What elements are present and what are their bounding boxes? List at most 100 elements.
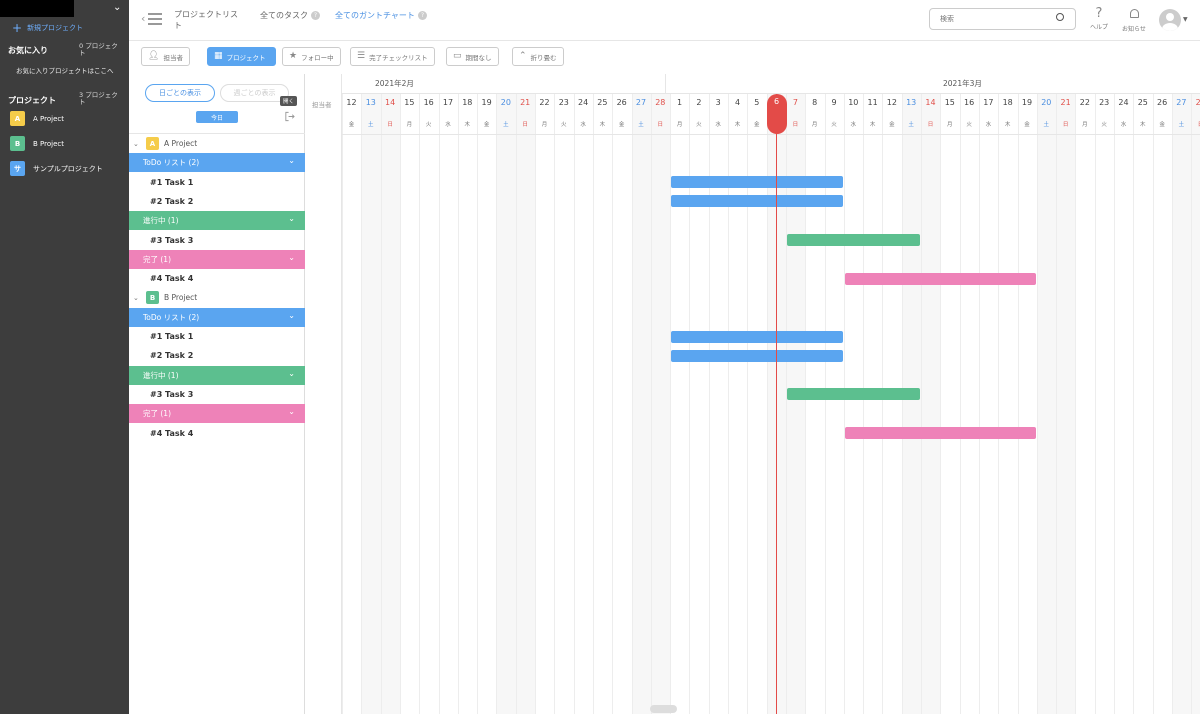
task-bar[interactable] (671, 330, 843, 343)
task-row[interactable]: #3 Task 3 (150, 231, 193, 250)
day-column (477, 94, 496, 714)
chevron-down-icon: ⌄ (288, 214, 295, 224)
daily-view-button[interactable]: 日ごとの表示 (145, 84, 215, 102)
task-row[interactable]: #2 Task 2 (150, 346, 193, 365)
gantt-chart: 担当者 2021年2月 2021年3月 12 金 13 土 14 日 15 月 16 火 17 水 18… (305, 74, 1200, 714)
task-bar[interactable] (786, 234, 920, 246)
favorites-heading: お気に入り (8, 46, 48, 55)
day-number: 18 (462, 98, 473, 107)
day-number: 23 (1099, 98, 1110, 107)
filter-assignee-button[interactable]: 👤︎ 担当者 (141, 47, 190, 66)
sidebar-item-label: サンプルプロジェクト (33, 164, 103, 173)
day-number: 18 (1002, 98, 1013, 107)
today-button[interactable]: 今日 (196, 111, 238, 123)
project-initial-icon: B (146, 291, 159, 305)
sidebar-item-project[interactable]: サ サンプルプロジェクト (10, 160, 103, 177)
weekly-view-button[interactable]: 週ごとの表示 (220, 84, 289, 102)
chevron-down-icon: ⌄ (288, 252, 295, 262)
workspace-switcher[interactable]: ⌄ (0, 0, 129, 17)
day-number: 16 (964, 98, 975, 107)
sidebar-item-project[interactable]: A A Project (10, 110, 64, 127)
status-group-row[interactable]: 完了 (1) ⌄ (129, 404, 305, 424)
notifications-button[interactable]: お知らせ (1119, 7, 1149, 33)
weekday-label: 木 (734, 122, 741, 128)
view-controls: 日ごとの表示 週ごとの表示 開く 今日 (129, 74, 305, 134)
open-tooltip: 開く (280, 96, 298, 106)
expand-panel-icon[interactable] (284, 111, 295, 122)
weekday-label: 火 (696, 122, 702, 128)
day-number: 12 (886, 98, 897, 107)
day-column (940, 94, 959, 714)
project-group-row[interactable]: ⌄ A A Project (129, 134, 305, 153)
weekday-label: 金 (889, 122, 895, 128)
task-bar[interactable] (844, 427, 1036, 439)
weekday-label: 月 (406, 122, 413, 128)
task-bar[interactable] (671, 195, 843, 208)
day-number: 26 (1157, 98, 1168, 107)
sidebar-item-project[interactable]: B B Project (10, 135, 64, 152)
tab-all-gantt[interactable]: 全てのガントチャート ? (335, 10, 427, 21)
weekday-label: 日 (927, 122, 934, 128)
task-row[interactable]: #4 Task 4 (150, 424, 193, 443)
task-bar[interactable] (671, 349, 843, 362)
chevron-down-icon: ⌄ (288, 156, 295, 166)
tab-all-tasks-label: 全てのタスク (260, 11, 308, 20)
project-initial-icon: B (10, 136, 25, 151)
no-deadline-button[interactable]: ▭ 期間なし (446, 47, 499, 66)
status-group-row[interactable]: ToDo リスト (2) ⌄ (129, 307, 305, 327)
collapse-button[interactable]: ⌃ 折り畳む (512, 47, 564, 66)
menu-toggle-icon[interactable]: ‹ (141, 10, 163, 28)
project-initial-icon: A (146, 137, 159, 150)
status-group-label: ToDo リスト (2) (143, 158, 200, 168)
weekday-label: 月 (811, 122, 818, 128)
filter-following-button[interactable]: ★ フォロー中 (282, 47, 341, 66)
weekday-label: 木 (599, 122, 606, 128)
day-column (901, 94, 921, 714)
status-group-row[interactable]: 進行中 (1) ⌄ (129, 211, 305, 231)
day-number: 13 (365, 98, 376, 107)
caret-down-icon[interactable]: ▼ (1183, 16, 1188, 23)
day-number: 24 (578, 98, 589, 107)
task-row[interactable]: #3 Task 3 (150, 385, 193, 404)
weekday-label: 水 (1120, 122, 1127, 128)
task-bar[interactable] (844, 272, 1036, 285)
month-label-mar: 2021年3月 (943, 79, 982, 88)
help-button[interactable]: ? ヘルプ (1084, 7, 1114, 32)
new-project-label: 新規プロジェクト (27, 24, 84, 32)
avatar[interactable] (1159, 9, 1181, 31)
status-group-row[interactable]: ToDo リスト (2) ⌄ (129, 153, 305, 173)
task-bar[interactable] (786, 388, 920, 401)
project-group-row[interactable]: ⌄ B B Project (129, 288, 305, 307)
search-input[interactable] (929, 8, 1076, 30)
task-row[interactable]: #1 Task 1 (150, 173, 193, 192)
day-column (650, 94, 671, 714)
task-row[interactable]: #4 Task 4 (150, 269, 193, 288)
new-project-button[interactable]: + 新規プロジェクト (12, 22, 84, 34)
completed-checklist-button[interactable]: ☰ 完了チェックリスト (350, 47, 435, 66)
task-row[interactable]: #2 Task 2 (150, 192, 193, 211)
favorites-count: 0 プロジェクト (79, 42, 118, 57)
search-icon[interactable] (1056, 13, 1064, 21)
horizontal-scrollbar[interactable] (650, 705, 677, 713)
status-group-row[interactable]: 完了 (1) ⌄ (129, 249, 305, 269)
day-number: 20 (500, 98, 511, 107)
tab-project-list[interactable]: プロジェクトリスト (174, 9, 244, 31)
assignee-column: 担当者 (305, 74, 342, 714)
status-group-row[interactable]: 進行中 (1) ⌄ (129, 365, 305, 385)
day-column (457, 94, 477, 714)
status-group-label: 完了 (1) (143, 409, 172, 419)
day-column (843, 94, 863, 714)
task-bar[interactable] (671, 176, 843, 189)
weekday-label: 火 (966, 122, 972, 128)
day-number: 16 (423, 98, 434, 107)
weekday-label: 木 (1004, 122, 1011, 128)
task-row[interactable]: #1 Task 1 (150, 327, 193, 346)
weekday-label: 日 (1062, 122, 1069, 128)
day-number: 15 (944, 98, 955, 107)
tab-all-tasks[interactable]: 全てのタスク ? (260, 10, 320, 21)
weekday-label: 日 (792, 122, 799, 128)
filter-project-button[interactable]: ▦ プロジェクト (207, 47, 276, 66)
status-group-label: 進行中 (1) (143, 370, 179, 380)
day-number: 13 (906, 98, 917, 107)
day-column (496, 94, 516, 714)
